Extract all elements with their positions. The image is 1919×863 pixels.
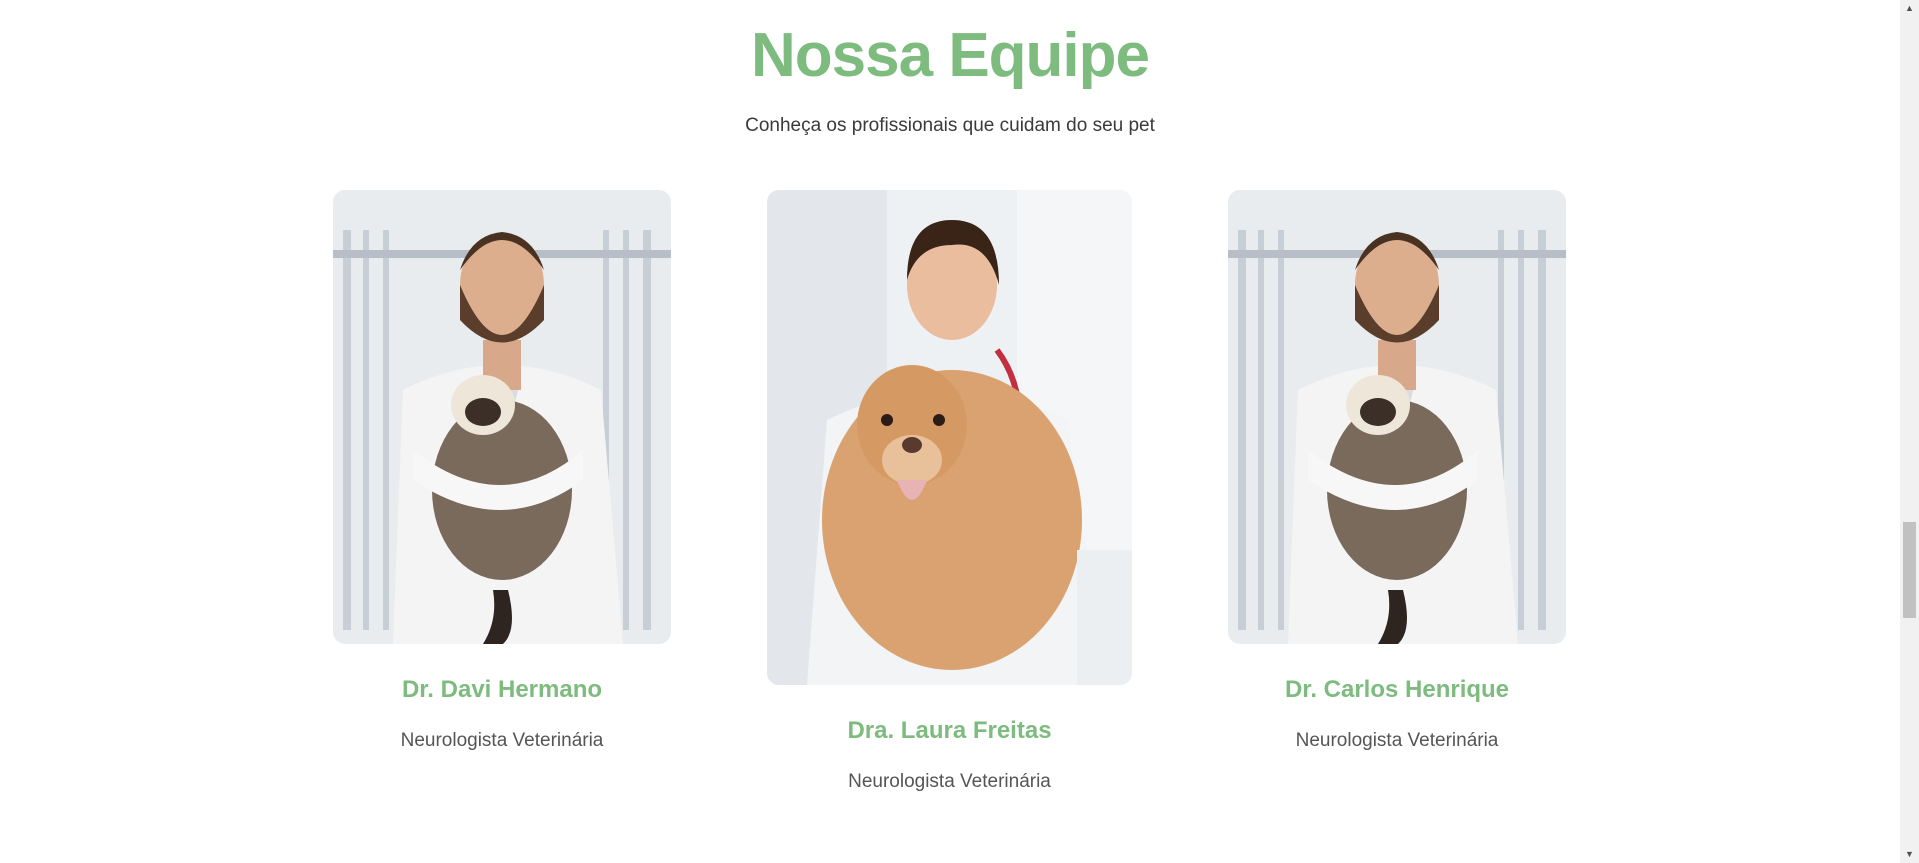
- team-card-laura: Dra. Laura Freitas Neurologista Veteriná…: [767, 190, 1132, 793]
- member-name: Dr. Carlos Henrique: [1284, 676, 1510, 703]
- scroll-down-arrow-icon[interactable]: ▼: [1900, 846, 1919, 863]
- member-role: Neurologista Veterinária: [1295, 730, 1499, 751]
- team-section: Nossa Equipe Conheça os profissionais qu…: [0, 0, 1900, 863]
- section-subtitle: Conheça os profissionais que cuidam do s…: [745, 115, 1155, 136]
- member-name: Dr. Davi Hermano: [401, 676, 603, 703]
- team-photo: [1228, 190, 1566, 644]
- section-title: Nossa Equipe: [751, 21, 1150, 90]
- member-role: Neurologista Veterinária: [400, 730, 604, 751]
- member-role: Neurologista Veterinária: [848, 771, 1051, 792]
- vertical-scrollbar[interactable]: ▲ ▼: [1900, 0, 1919, 863]
- scrollbar-thumb[interactable]: [1903, 522, 1916, 618]
- scroll-up-arrow-icon[interactable]: ▲: [1900, 0, 1919, 17]
- member-name: Dra. Laura Freitas: [847, 717, 1052, 744]
- team-card-davi: Dr. Davi Hermano Neurologista Veterinári…: [333, 190, 671, 752]
- team-card-carlos: Dr. Carlos Henrique Neurologista Veterin…: [1228, 190, 1566, 752]
- team-photo: [333, 190, 671, 644]
- team-photo: [767, 190, 1132, 685]
